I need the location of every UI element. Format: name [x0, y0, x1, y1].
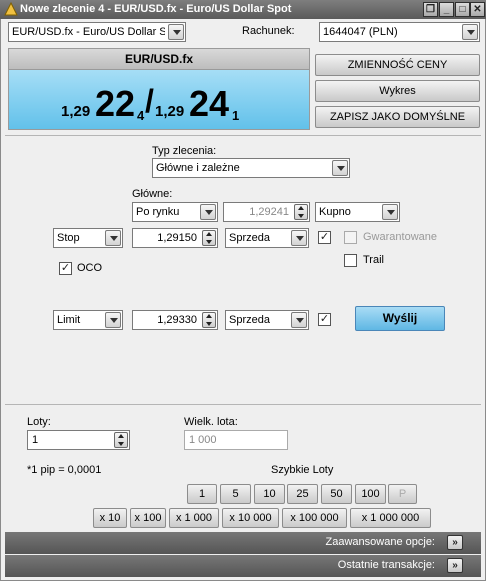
divider — [5, 135, 481, 136]
price-slash: / — [145, 83, 154, 119]
chevron-down-icon — [332, 160, 348, 176]
chevron-down-icon — [462, 24, 478, 40]
minimize-button[interactable]: _ — [439, 2, 454, 17]
main-order-type-value: Po rynku — [136, 206, 180, 218]
chevron-down-icon — [291, 312, 307, 328]
quick-lot-button[interactable]: 50 — [321, 484, 352, 504]
recent-transactions-label: Ostatnie transakcje: — [337, 559, 435, 571]
main-price-value: 1,29241 — [249, 206, 289, 218]
instrument-select[interactable]: EUR/USD.fx - Euro/US Dollar Spot — [8, 22, 186, 42]
limit-type-select[interactable]: Limit — [53, 310, 123, 330]
lot-size-field: 1 000 — [184, 430, 288, 450]
price-volatility-button[interactable]: ZMIENNOŚĆ CENY — [315, 54, 480, 76]
main-order-type-select[interactable]: Po rynku — [132, 202, 218, 222]
window-title: Nowe zlecenie 4 - EUR/USD.fx - Euro/US D… — [20, 3, 292, 15]
advanced-options-label: Zaawansowane opcje: — [325, 536, 435, 548]
stepper-arrows-icon[interactable] — [202, 312, 216, 328]
chevron-down-icon — [200, 204, 216, 220]
advanced-options-bar[interactable]: Zaawansowane opcje: » — [5, 532, 481, 554]
expand-icon[interactable]: » — [447, 535, 463, 550]
bid-price-prefix: 1,29 — [61, 103, 91, 120]
guaranteed-checkbox — [344, 231, 357, 244]
save-default-button[interactable]: ZAPISZ JAKO DOMYŚLNE — [315, 106, 480, 128]
stop-price-value: 1,29150 — [157, 232, 197, 244]
quick-lot-button[interactable]: 10 — [254, 484, 285, 504]
stop-price-stepper[interactable]: 1,29150 — [132, 228, 218, 248]
instrument-value: EUR/USD.fx - Euro/US Dollar Spot — [12, 26, 165, 38]
main-side-select[interactable]: Kupno — [315, 202, 400, 222]
symbol-header: EUR/USD.fx — [8, 48, 310, 69]
guaranteed-label: Gwarantowane — [363, 231, 437, 243]
maximize-button[interactable]: □ — [455, 2, 470, 17]
stop-type-value: Stop — [57, 232, 80, 244]
divider — [5, 404, 481, 405]
multiplier-button[interactable]: x 10 000 — [222, 508, 279, 528]
multiplier-button[interactable]: x 100 — [130, 508, 166, 528]
restore-button[interactable]: ❐ — [423, 2, 438, 17]
bid-price-pips: 22 — [95, 83, 136, 124]
oco-label: OCO — [77, 262, 103, 274]
price-panel[interactable]: 1,29 22 4 / 1,29 24 1 — [8, 69, 310, 130]
quick-lot-button[interactable]: 5 — [220, 484, 251, 504]
limit-price-value: 1,29330 — [157, 314, 197, 326]
lots-stepper[interactable]: 1 — [27, 430, 130, 450]
main-price-stepper: 1,29241 — [223, 202, 310, 222]
quick-lot-p-button: P — [388, 484, 417, 504]
quick-lot-button[interactable]: 100 — [355, 484, 386, 504]
multiplier-button[interactable]: x 1 000 000 — [350, 508, 431, 528]
oco-checkbox[interactable]: ✓ — [59, 262, 72, 275]
chart-button[interactable]: Wykres — [315, 80, 480, 102]
order-type-label: Typ zlecenia: — [152, 145, 217, 157]
title-bar: Nowe zlecenie 4 - EUR/USD.fx - Euro/US D… — [0, 0, 486, 19]
order-type-select[interactable]: Główne i zależne — [152, 158, 350, 178]
quick-lot-button[interactable]: 1 — [187, 484, 217, 504]
quick-lot-button[interactable]: 25 — [287, 484, 318, 504]
stepper-arrows-icon — [294, 204, 308, 220]
ask-price-fraction: 1 — [232, 108, 240, 123]
stop-enabled-checkbox[interactable]: ✓ — [318, 231, 331, 244]
lots-value: 1 — [32, 434, 39, 446]
app-icon — [4, 2, 18, 16]
trail-checkbox[interactable] — [344, 254, 357, 267]
multiplier-button[interactable]: x 1 000 — [169, 508, 219, 528]
chevron-down-icon — [291, 230, 307, 246]
chevron-down-icon — [105, 230, 121, 246]
trail-label: Trail — [363, 254, 384, 266]
ask-price-pips: 24 — [189, 83, 230, 124]
ask-price-prefix: 1,29 — [155, 103, 185, 120]
close-button[interactable]: ✕ — [470, 2, 485, 17]
main-order-label: Główne: — [132, 188, 173, 200]
chevron-down-icon — [168, 24, 184, 40]
stop-side-value: Sprzeda — [229, 232, 270, 244]
stepper-arrows-icon[interactable] — [202, 230, 216, 246]
account-label: Rachunek: — [242, 25, 295, 37]
multiplier-button[interactable]: x 100 000 — [282, 508, 347, 528]
multiplier-button[interactable]: x 10 — [93, 508, 127, 528]
stop-side-select[interactable]: Sprzeda — [225, 228, 309, 248]
chevron-down-icon — [382, 204, 398, 220]
recent-transactions-bar[interactable]: Ostatnie transakcje: » — [5, 555, 481, 577]
chevron-down-icon — [105, 312, 121, 328]
order-type-value: Główne i zależne — [156, 162, 240, 174]
bid-price-fraction: 4 — [137, 108, 145, 123]
limit-enabled-checkbox[interactable]: ✓ — [318, 313, 331, 326]
limit-price-stepper[interactable]: 1,29330 — [132, 310, 218, 330]
stop-type-select[interactable]: Stop — [53, 228, 123, 248]
send-button[interactable]: Wyślij — [355, 306, 445, 331]
stepper-arrows-icon[interactable] — [114, 432, 128, 448]
lots-label: Loty: — [27, 416, 51, 428]
limit-type-value: Limit — [57, 314, 81, 326]
expand-icon[interactable]: » — [447, 558, 463, 573]
lot-size-label: Wielk. lota: — [184, 416, 238, 428]
limit-side-value: Sprzeda — [229, 314, 270, 326]
pip-info: *1 pip = 0,0001 — [27, 464, 102, 476]
main-side-value: Kupno — [319, 206, 351, 218]
quick-lots-label: Szybkie Loty — [271, 464, 334, 476]
account-value: 1644047 (PLN) — [323, 26, 398, 38]
limit-side-select[interactable]: Sprzeda — [225, 310, 309, 330]
account-select[interactable]: 1644047 (PLN) — [319, 22, 480, 42]
